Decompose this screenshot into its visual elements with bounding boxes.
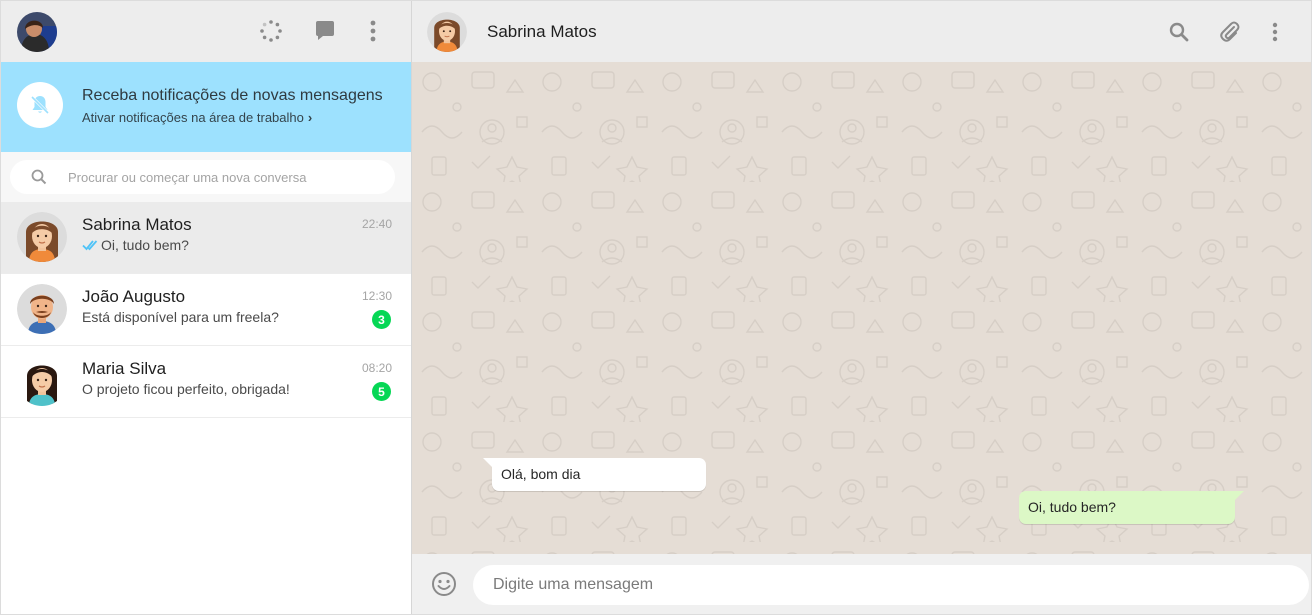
incoming-message: Olá, bom dia: [483, 458, 706, 491]
search-box: [10, 160, 395, 194]
chat-last-message: Está disponível para um freela?: [82, 309, 279, 325]
unread-badge: 5: [372, 382, 391, 401]
message-input[interactable]: [473, 565, 1309, 605]
search-bar: [1, 152, 411, 202]
search-icon: [31, 169, 47, 185]
avatar: [17, 284, 67, 334]
my-profile-avatar[interactable]: [17, 12, 57, 52]
new-chat-icon[interactable]: [312, 18, 338, 44]
conversation-header: Sabrina Matos: [412, 1, 1311, 62]
chat-name: Maria Silva: [82, 359, 167, 378]
chevron-right-icon: ›: [307, 110, 313, 125]
unread-badge: 3: [372, 310, 391, 329]
chat-name: João Augusto: [82, 287, 186, 306]
sidebar-header: [1, 1, 411, 62]
avatar: [17, 212, 67, 262]
conversation-pane: Sabrina Matos Olá, bom dia Oi, tudo bem?…: [412, 1, 1311, 614]
contact-avatar[interactable]: [427, 12, 467, 52]
notification-subtitle: Ativar notificações na área de trabalho: [82, 110, 304, 125]
chat-list-item[interactable]: João Augusto 12:30 Está disponível para …: [1, 274, 411, 346]
chat-last-message: Oi, tudo bem?: [82, 237, 189, 253]
last-message-text: O projeto ficou perfeito, obrigada!: [82, 381, 290, 397]
notification-banner[interactable]: Receba notificações de novas mensagens A…: [1, 62, 411, 152]
outgoing-message: Oi, tudo bem?: [1019, 491, 1244, 524]
search-input[interactable]: [68, 160, 388, 194]
double-check-icon: [82, 240, 98, 251]
last-message-text: Oi, tudo bem?: [101, 237, 189, 253]
emoji-icon[interactable]: [431, 571, 457, 597]
paperclip-icon[interactable]: [1217, 19, 1243, 45]
status-icon[interactable]: [258, 18, 284, 44]
chat-time: 12:30: [361, 289, 392, 303]
message-composer: [412, 554, 1311, 614]
chat-time: 22:40: [361, 217, 392, 231]
search-icon[interactable]: [1166, 19, 1192, 45]
bell-off-icon: [17, 82, 63, 128]
menu-icon[interactable]: [360, 18, 386, 44]
sidebar: Receba notificações de novas mensagens A…: [1, 1, 412, 614]
chat-list-item[interactable]: Maria Silva 08:20 O projeto ficou perfei…: [1, 346, 411, 418]
chat-list-item[interactable]: Sabrina Matos 22:40 Oi, tudo bem?: [1, 202, 411, 274]
notification-title: Receba notificações de novas mensagens: [82, 87, 383, 104]
contact-name[interactable]: Sabrina Matos: [487, 22, 597, 42]
chat-menu-icon[interactable]: [1262, 19, 1288, 45]
whatsapp-web-app: Receba notificações de novas mensagens A…: [0, 0, 1312, 615]
enable-desktop-notifications-link[interactable]: Ativar notificações na área de trabalho ›: [82, 110, 312, 125]
message-area[interactable]: Olá, bom dia Oi, tudo bem?: [412, 62, 1311, 554]
chat-name: Sabrina Matos: [82, 215, 192, 234]
chat-list: Sabrina Matos 22:40 Oi, tudo bem? João A…: [1, 202, 411, 418]
avatar: [17, 356, 67, 406]
last-message-text: Está disponível para um freela?: [82, 309, 279, 325]
chat-last-message: O projeto ficou perfeito, obrigada!: [82, 381, 290, 397]
chat-time: 08:20: [361, 361, 392, 375]
